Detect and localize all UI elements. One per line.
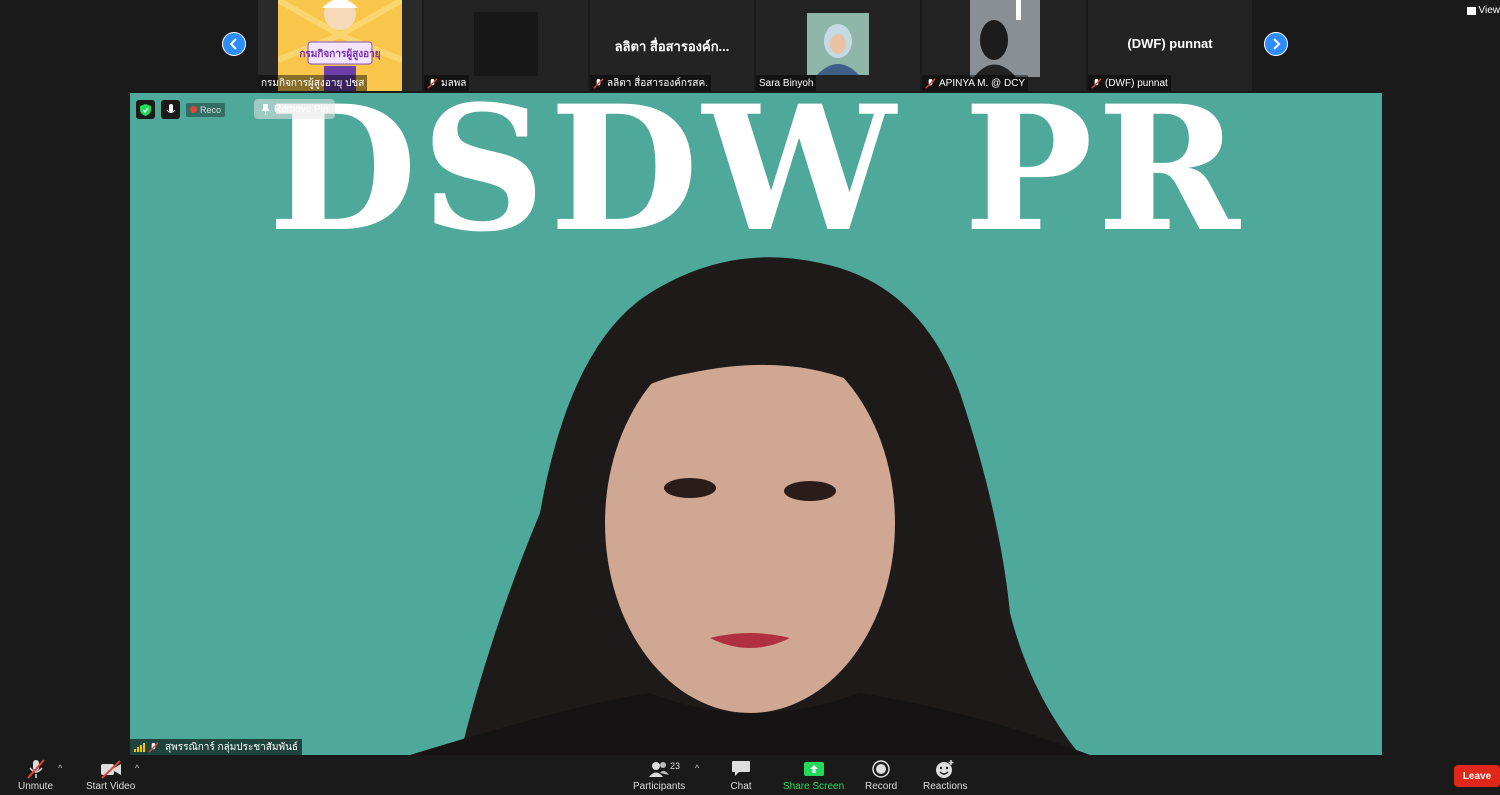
muted-mic-icon xyxy=(26,759,45,779)
participant-name: (DWF) punnat xyxy=(1088,75,1171,91)
participant-tile[interactable]: Sara Binyoh xyxy=(756,0,920,91)
share-screen-button[interactable]: Share Screen xyxy=(783,759,844,792)
participant-center-name: (DWF) punnat xyxy=(1127,36,1213,51)
audio-status-icon[interactable] xyxy=(161,100,180,119)
view-button[interactable]: View xyxy=(1466,5,1500,16)
audio-options-caret[interactable]: ^ xyxy=(58,763,62,773)
next-page-button[interactable] xyxy=(1264,32,1288,56)
signal-strength-icon xyxy=(134,742,145,752)
recording-indicator: Reco xyxy=(186,102,226,117)
main-speaker-video: DSDW PR Reco Remove Pin สุพรรณิการ์ กลุ่… xyxy=(130,93,1382,755)
encryption-shield-icon[interactable] xyxy=(136,100,155,119)
participant-avatar-image xyxy=(807,13,869,75)
participant-video-black xyxy=(474,12,538,76)
participant-tile[interactable]: (DWF) punnat (DWF) punnat xyxy=(1088,0,1252,91)
grid-view-icon xyxy=(1466,6,1476,15)
video-options-caret[interactable]: ^ xyxy=(135,763,139,773)
start-video-button[interactable]: Start Video xyxy=(86,759,135,792)
participant-avatar-image xyxy=(970,0,1040,77)
chat-bubble-icon xyxy=(732,761,750,776)
participants-count: 23 xyxy=(670,761,681,771)
participant-strip: กรมกิจการผู้สูงอายุ กรมกิจการผู้สูงอายุ … xyxy=(0,0,1500,92)
chevron-right-icon xyxy=(1273,38,1281,50)
participant-name: Sara Binyoh xyxy=(756,75,817,91)
muted-mic-icon xyxy=(925,77,936,89)
speaker-name-label: สุพรรณิการ์ กลุ่มประชาสัมพันธ์ xyxy=(130,739,303,755)
prev-page-button[interactable] xyxy=(222,32,246,56)
record-dot-icon xyxy=(190,106,197,113)
muted-mic-icon xyxy=(593,77,604,89)
svg-text:กรมกิจการผู้สูงอายุ: กรมกิจการผู้สูงอายุ xyxy=(299,48,380,61)
muted-mic-icon xyxy=(427,77,438,89)
pin-icon xyxy=(261,103,270,115)
reactions-button[interactable]: Reactions xyxy=(923,759,967,792)
participant-tile[interactable]: มลพล xyxy=(424,0,588,91)
record-button[interactable]: Record xyxy=(865,759,897,792)
participant-name: APINYA M. @ DCY xyxy=(922,75,1029,91)
participant-tile[interactable]: ลลิตา สื่อสารองค์ก... ลลิตา สื่อสารองค์ก… xyxy=(590,0,754,91)
share-screen-icon xyxy=(803,762,824,776)
remove-pin-button[interactable]: Remove Pin xyxy=(254,99,336,119)
participant-tile[interactable]: กรมกิจการผู้สูงอายุ กรมกิจการผู้สูงอายุ … xyxy=(258,0,422,91)
participant-name: ลลิตา สื่อสารองค์กรสค. xyxy=(590,75,711,91)
speaker-figure xyxy=(410,257,1090,755)
meeting-status-icons: Reco xyxy=(136,100,226,119)
chat-button[interactable]: Chat xyxy=(730,759,752,792)
participant-name: กรมกิจการผู้สูงอายุ ปชส xyxy=(258,75,368,91)
video-off-icon xyxy=(100,760,121,779)
chevron-left-icon xyxy=(229,38,237,50)
participant-name: มลพล xyxy=(424,75,470,91)
reactions-smiley-icon xyxy=(936,760,954,778)
participant-tile[interactable]: APINYA M. @ DCY xyxy=(922,0,1086,91)
record-icon xyxy=(872,760,890,778)
meeting-toolbar: Unmute ^ Start Video ^ Participants 23 ^… xyxy=(0,755,1500,795)
participant-center-name: ลลิตา สื่อสารองค์ก... xyxy=(614,39,730,54)
muted-mic-icon xyxy=(148,741,159,753)
unmute-button[interactable]: Unmute xyxy=(18,759,53,792)
leave-meeting-button[interactable]: Leave xyxy=(1454,765,1500,787)
muted-mic-icon xyxy=(1091,77,1102,89)
participants-icon xyxy=(649,762,670,777)
participants-options-caret[interactable]: ^ xyxy=(695,763,699,773)
